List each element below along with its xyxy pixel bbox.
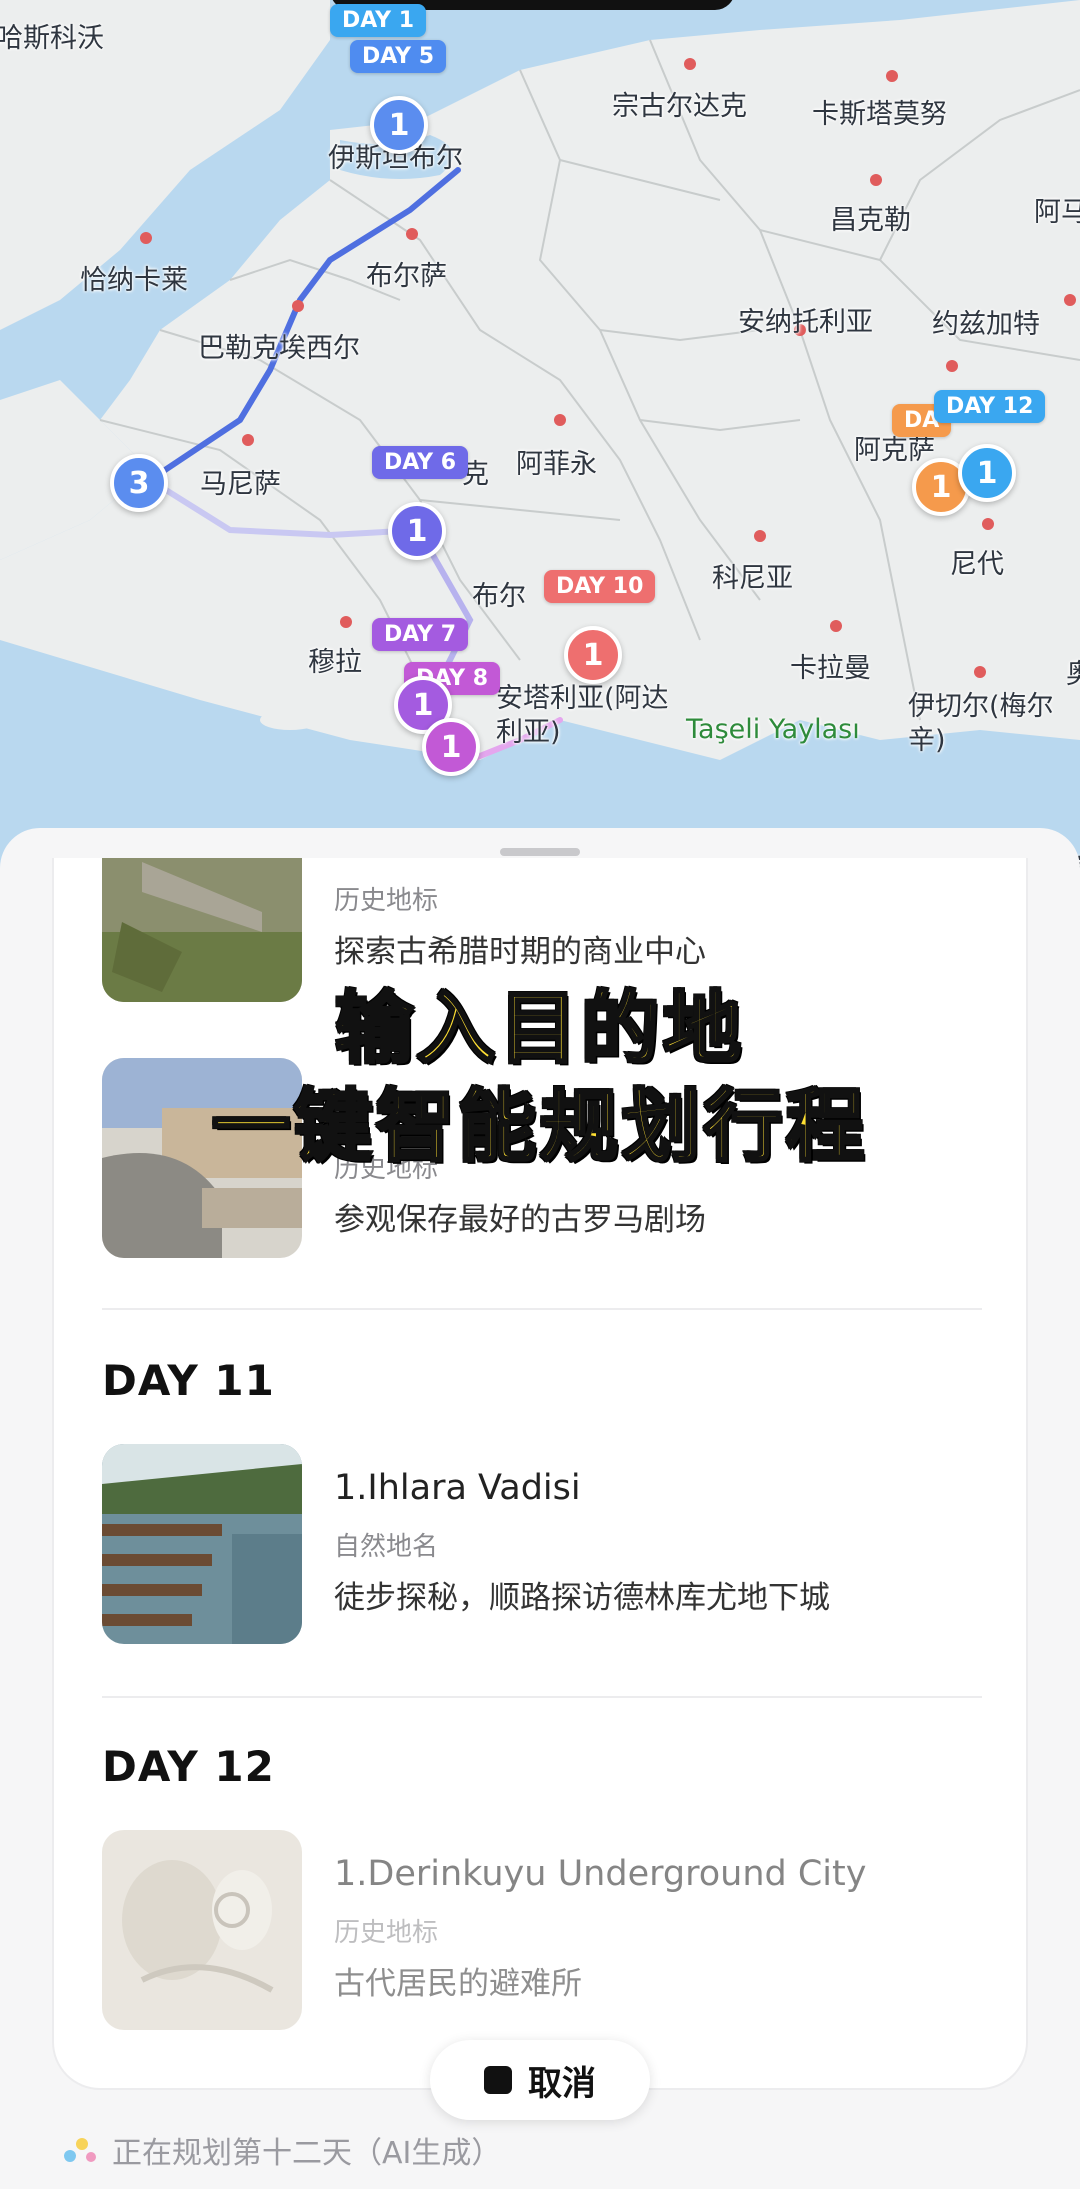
map-pin-day6[interactable]: 1 [388, 502, 446, 560]
map-view[interactable]: 哈斯科沃 伊斯坦布尔 宗古尔达克 卡斯塔莫努 阿马 昌克勒 恰纳卡莱 布尔萨 安… [0, 0, 1080, 900]
day-tag-day10[interactable]: DAY 10 [544, 570, 656, 603]
cancel-button-label: 取消 [528, 2063, 596, 2104]
map-label-icel: 伊切尔(梅尔辛) [908, 691, 1054, 756]
thumbnail-ihlara [102, 1444, 302, 1644]
item-title: 1.Derinkuyu Underground City [334, 1854, 867, 1894]
map-label-afyon: 阿菲永 [516, 449, 597, 480]
item-category: 历史地标 [334, 886, 439, 916]
thumbnail-derinkuyu [102, 1830, 302, 2030]
section-divider [102, 1696, 982, 1698]
map-label-edge-ao: 奥 [1066, 659, 1080, 690]
itinerary-item[interactable]: 1.Derinkuyu Underground City 历史地标 古代居民的避… [102, 1830, 962, 2030]
map-label-bursa: 布尔萨 [366, 261, 447, 292]
map-label-mugla: 穆拉 [308, 647, 362, 678]
map-label-balikesir: 巴勒克埃西尔 [198, 333, 360, 364]
map-label-manisa: 马尼萨 [200, 469, 281, 500]
day-tag-day1[interactable]: DAY 1 [330, 4, 427, 37]
planning-status-text: 正在规划第十二天（AI生成） [112, 2136, 502, 2171]
map-label-zonguldak: 宗古尔达克 [612, 91, 747, 122]
item-category: 自然地名 [334, 1532, 439, 1562]
item-category: 历史地标 [334, 1918, 439, 1948]
map-pin-day12[interactable]: 1 [958, 444, 1016, 502]
itinerary-item[interactable]: 1.Ihlara Vadisi 自然地名 徒步探秘，顺路探访德林库尤地下城 [102, 1444, 962, 1644]
map-label-karaman: 卡拉曼 [790, 653, 871, 684]
day-heading: DAY 12 [102, 1742, 275, 1791]
map-label-antalya: 安塔利亚(阿达利亚) [496, 683, 669, 748]
promo-headline-line1: 输入目的地 [333, 983, 745, 1076]
item-title: 1.Ihlara Vadisi [334, 1468, 581, 1508]
map-label-cankiri: 昌克勒 [830, 205, 911, 236]
map-pin-manisa[interactable]: 3 [110, 454, 168, 512]
item-description: 探索古希腊时期的商业中心 [334, 934, 706, 970]
day-tag-day5[interactable]: DAY 5 [350, 40, 447, 73]
day-tag-day6[interactable]: DAY 6 [372, 446, 469, 479]
day-tag-day7[interactable]: DAY 7 [372, 618, 469, 651]
planning-status: 正在规划第十二天（AI生成） [62, 2128, 501, 2172]
day-tag-day12[interactable]: DAY 12 [934, 390, 1046, 423]
map-label-kastamonu: 卡斯塔莫努 [812, 99, 947, 130]
map-label-nigde: 尼代 [950, 549, 1004, 580]
item-description: 古代居民的避难所 [334, 1966, 582, 2002]
section-divider [102, 1308, 982, 1310]
map-pin-istanbul[interactable]: 1 [370, 96, 428, 154]
cancel-button[interactable]: 取消 [430, 2040, 650, 2120]
promo-headline-line2: 一键智能规划行程 [210, 1081, 868, 1174]
map-label-taseli-yaylasi: Taşeli Yaylası [686, 714, 860, 745]
sheet-drag-handle[interactable] [500, 848, 580, 856]
map-label-konya: 科尼亚 [712, 563, 793, 594]
item-description: 徒步探秘，顺路探访德林库尤地下城 [334, 1580, 830, 1616]
map-label-anatolia: 安纳托利亚 [738, 307, 873, 338]
ai-sparkle-icon [62, 2132, 102, 2168]
map-pin-day10[interactable]: 1 [564, 626, 622, 684]
map-label-haskovo: 哈斯科沃 [0, 23, 104, 54]
map-label-burdur: 布尔 [472, 581, 526, 612]
item-description: 参观保存最好的古罗马剧场 [334, 1202, 706, 1238]
map-pin-day8[interactable]: 1 [422, 718, 480, 776]
stop-icon [484, 2066, 512, 2094]
map-label-amasya: 阿马 [1034, 197, 1080, 228]
map-label-canakkale: 恰纳卡莱 [80, 265, 188, 296]
day-heading: DAY 11 [102, 1356, 275, 1405]
map-label-yozgat: 约兹加特 [932, 309, 1040, 340]
